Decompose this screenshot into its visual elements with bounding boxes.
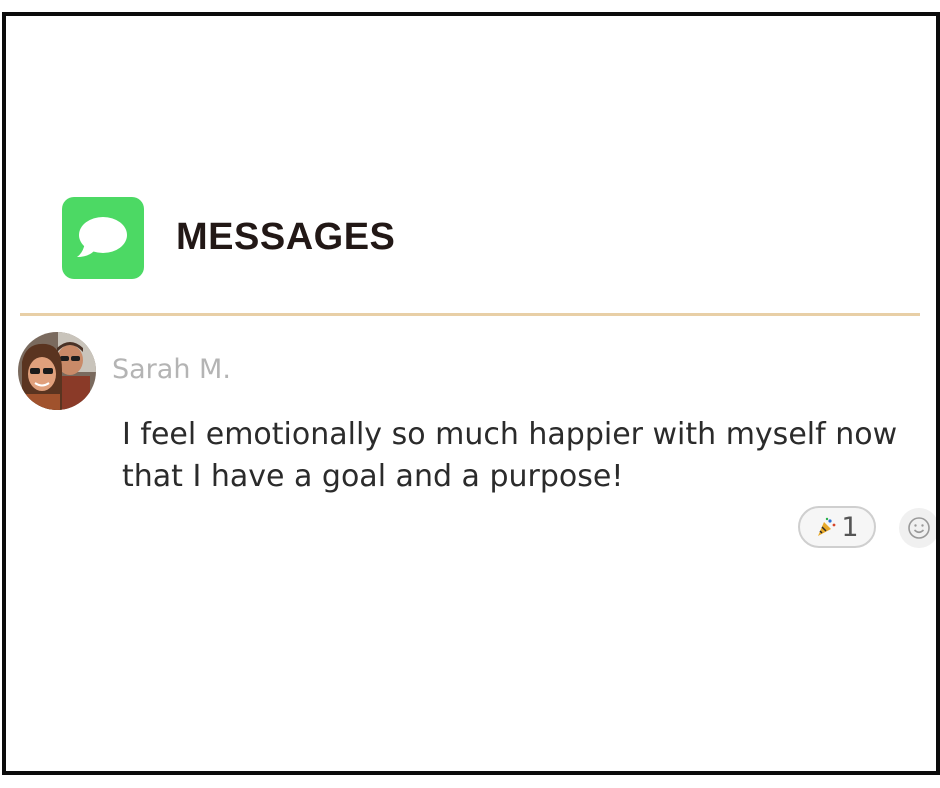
author-name: Sarah M. <box>112 354 231 385</box>
party-popper-icon <box>818 517 836 536</box>
page-title: MESSAGES <box>176 216 396 258</box>
reaction-count: 1 <box>841 511 859 543</box>
smiley-icon <box>908 517 930 539</box>
add-reaction-button[interactable] <box>899 508 936 548</box>
header-divider <box>20 313 920 316</box>
avatar[interactable] <box>18 332 96 410</box>
messages-bubble-icon <box>77 217 127 257</box>
message-text: I feel emotionally so much happier with … <box>122 417 898 494</box>
messages-app-icon <box>62 197 144 279</box>
card-frame: MESSAGES Sarah M. I feel emotionally so … <box>2 12 940 775</box>
reaction-button[interactable]: 1 <box>798 506 876 548</box>
